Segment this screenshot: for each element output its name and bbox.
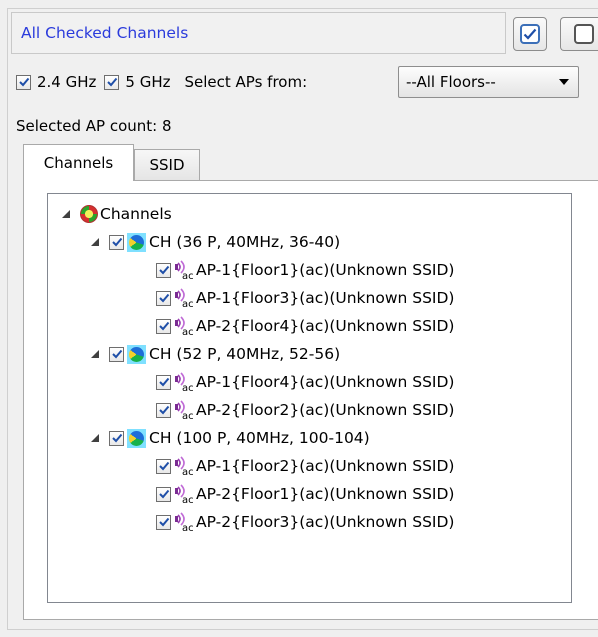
wireless-ac-icon: ac — [174, 260, 196, 282]
channel-panel: All Checked Channels 2.4 GHz 5 GHz Selec… — [0, 0, 598, 637]
ap-node[interactable]: ac AP-2{Floor1}(ac)(Unknown SSID) — [156, 481, 454, 507]
tree-root-label: Channels — [100, 205, 172, 223]
ap-label: AP-1{Floor4}(ac)(Unknown SSID) — [196, 373, 455, 391]
tab-ssid-label: SSID — [149, 156, 185, 174]
channel-node[interactable]: CH (100 P, 40MHz, 100-104) — [91, 425, 370, 451]
ap-checkbox[interactable] — [156, 486, 171, 502]
channel-label: CH (52 P, 40MHz, 52-56) — [149, 345, 341, 363]
ap-checkbox[interactable] — [156, 318, 171, 334]
ap-checkbox[interactable] — [156, 514, 171, 530]
wireless-ac-icon: ac — [174, 316, 196, 338]
svg-text:ac: ac — [182, 299, 194, 308]
svg-text:ac: ac — [182, 495, 194, 504]
collapse-toggle-icon[interactable] — [91, 238, 99, 246]
channel-checkbox[interactable] — [109, 430, 124, 446]
channels-root-icon — [80, 205, 98, 223]
wireless-ac-icon: ac — [174, 484, 196, 506]
ap-node[interactable]: ac AP-2{Floor3}(ac)(Unknown SSID) — [156, 509, 454, 535]
ap-node[interactable]: ac AP-2{Floor4}(ac)(Unknown SSID) — [156, 313, 454, 339]
select-aps-label: Select APs from: — [184, 73, 308, 91]
ap-checkbox[interactable] — [156, 262, 171, 278]
ap-node[interactable]: ac AP-1{Floor3}(ac)(Unknown SSID) — [156, 285, 454, 311]
ap-node[interactable]: ac AP-1{Floor1}(ac)(Unknown SSID) — [156, 257, 454, 283]
svg-text:ac: ac — [182, 523, 194, 532]
channel-node[interactable]: CH (36 P, 40MHz, 36-40) — [91, 229, 340, 255]
channel-label: CH (36 P, 40MHz, 36-40) — [149, 233, 341, 251]
title-text: All Checked Channels — [21, 24, 189, 42]
collapse-toggle-icon[interactable] — [91, 434, 99, 442]
svg-text:ac: ac — [182, 327, 194, 336]
floor-dropdown-value: --All Floors-- — [406, 73, 496, 91]
check-all-button[interactable] — [513, 17, 547, 51]
tab-ssid[interactable]: SSID — [134, 149, 200, 180]
floor-dropdown[interactable]: --All Floors-- — [398, 66, 579, 98]
ap-checkbox[interactable] — [156, 458, 171, 474]
dropdown-arrow-icon — [559, 79, 569, 85]
ap-node[interactable]: ac AP-2{Floor2}(ac)(Unknown SSID) — [156, 397, 454, 423]
wireless-ac-icon: ac — [174, 372, 196, 394]
channel-checkbox[interactable] — [109, 346, 124, 362]
svg-text:ac: ac — [182, 467, 194, 476]
tree-root: Channels — [62, 201, 172, 227]
ap-checkbox[interactable] — [156, 290, 171, 306]
checkbox-empty-icon — [573, 24, 594, 44]
checkbox-checked-icon — [520, 24, 540, 44]
tab-channels[interactable]: Channels — [23, 144, 134, 181]
channel-tree[interactable]: Channels CH (36 P, 40MHz, 36-40) ac AP-1… — [47, 193, 572, 603]
wireless-ac-icon: ac — [174, 456, 196, 478]
channel-node[interactable]: CH (52 P, 40MHz, 52-56) — [91, 341, 340, 367]
channel-icon — [127, 428, 146, 448]
ap-label: AP-2{Floor4}(ac)(Unknown SSID) — [196, 317, 455, 335]
band-5-label: 5 GHz — [125, 73, 171, 91]
ap-label: AP-2{Floor1}(ac)(Unknown SSID) — [196, 485, 455, 503]
ap-checkbox[interactable] — [156, 402, 171, 418]
wireless-ac-icon: ac — [174, 512, 196, 534]
channel-icon — [127, 232, 146, 252]
ap-node[interactable]: ac AP-1{Floor4}(ac)(Unknown SSID) — [156, 369, 454, 395]
band-filter-row: 2.4 GHz 5 GHz Select APs from: — [16, 68, 312, 96]
ap-label: AP-1{Floor3}(ac)(Unknown SSID) — [196, 289, 455, 307]
svg-text:ac: ac — [182, 411, 194, 420]
collapse-toggle-icon[interactable] — [62, 210, 70, 218]
svg-text:ac: ac — [182, 383, 194, 392]
wireless-ac-icon: ac — [174, 288, 196, 310]
band-24-checkbox[interactable] — [16, 74, 31, 90]
channel-icon — [127, 344, 146, 364]
ap-label: AP-2{Floor2}(ac)(Unknown SSID) — [196, 401, 455, 419]
title-field: All Checked Channels — [11, 12, 506, 54]
channel-label: CH (100 P, 40MHz, 100-104) — [149, 429, 370, 447]
ap-checkbox[interactable] — [156, 374, 171, 390]
channel-checkbox[interactable] — [109, 234, 124, 250]
tab-channels-label: Channels — [43, 154, 114, 172]
band-5-checkbox[interactable] — [104, 74, 120, 90]
band-24-label: 2.4 GHz — [37, 73, 97, 91]
collapse-toggle-icon[interactable] — [91, 350, 99, 358]
ap-label: AP-1{Floor2}(ac)(Unknown SSID) — [196, 457, 455, 475]
ap-node[interactable]: ac AP-1{Floor2}(ac)(Unknown SSID) — [156, 453, 454, 479]
wireless-ac-icon: ac — [174, 400, 196, 422]
svg-text:ac: ac — [182, 271, 194, 280]
ap-label: AP-1{Floor1}(ac)(Unknown SSID) — [196, 261, 455, 279]
uncheck-all-button[interactable] — [560, 17, 598, 51]
selected-ap-count: Selected AP count: 8 — [16, 117, 172, 135]
ap-label: AP-2{Floor3}(ac)(Unknown SSID) — [196, 513, 455, 531]
